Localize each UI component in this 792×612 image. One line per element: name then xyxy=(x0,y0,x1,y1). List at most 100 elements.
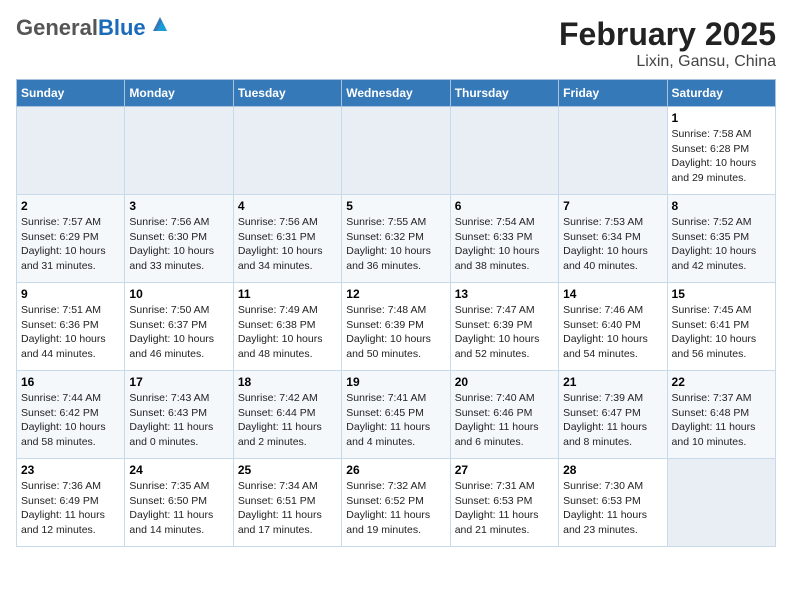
calendar-table: SundayMondayTuesdayWednesdayThursdayFrid… xyxy=(16,79,776,547)
calendar-cell: 9Sunrise: 7:51 AM Sunset: 6:36 PM Daylig… xyxy=(17,283,125,371)
day-info: Sunrise: 7:49 AM Sunset: 6:38 PM Dayligh… xyxy=(238,303,337,362)
calendar-cell: 24 Sunrise: 7:35 AM Sunset: 6:50 PM Dayli… xyxy=(125,459,233,547)
day-number: 11 xyxy=(238,287,337,301)
page-header: GeneralBlue February 2025 Lixin, Gansu, … xyxy=(16,16,776,71)
day-info: Sunrise: 7:32 AM Sunset: 6:52 PM Dayligh… xyxy=(346,479,445,538)
calendar-cell: 20 Sunrise: 7:40 AM Sunset: 6:46 PM Dayli… xyxy=(450,371,558,459)
day-number: 2 xyxy=(21,199,120,213)
day-info: Sunrise: 7:41 AM Sunset: 6:45 PM Dayligh… xyxy=(346,391,445,450)
day-number: 25 xyxy=(238,463,337,477)
calendar-cell xyxy=(233,107,341,195)
day-info: Sunrise: 7:44 AM Sunset: 6:42 PM Dayligh… xyxy=(21,391,120,450)
day-number: 1 xyxy=(672,111,771,125)
calendar-cell: 15 Sunrise: 7:45 AM Sunset: 6:41 PM Dayli… xyxy=(667,283,775,371)
day-number: 28 xyxy=(563,463,662,477)
logo-general: General xyxy=(16,15,98,40)
calendar-cell: 18 Sunrise: 7:42 AM Sunset: 6:44 PM Dayli… xyxy=(233,371,341,459)
calendar-cell xyxy=(667,459,775,547)
day-number: 27 xyxy=(455,463,554,477)
day-number: 18 xyxy=(238,375,337,389)
calendar-day-header: Thursday xyxy=(450,80,558,107)
calendar-cell: 16 Sunrise: 7:44 AM Sunset: 6:42 PM Dayli… xyxy=(17,371,125,459)
calendar-cell xyxy=(559,107,667,195)
calendar-header-row: SundayMondayTuesdayWednesdayThursdayFrid… xyxy=(17,80,776,107)
calendar-day-header: Wednesday xyxy=(342,80,450,107)
day-number: 15 xyxy=(672,287,771,301)
day-number: 23 xyxy=(21,463,120,477)
calendar-cell: 25 Sunrise: 7:34 AM Sunset: 6:51 PM Dayli… xyxy=(233,459,341,547)
day-number: 4 xyxy=(238,199,337,213)
day-info: Sunrise: 7:31 AM Sunset: 6:53 PM Dayligh… xyxy=(455,479,554,538)
day-number: 24 xyxy=(129,463,228,477)
day-info: Sunrise: 7:46 AM Sunset: 6:40 PM Dayligh… xyxy=(563,303,662,362)
day-info: Sunrise: 7:52 AM Sunset: 6:35 PM Dayligh… xyxy=(672,215,771,274)
day-info: Sunrise: 7:36 AM Sunset: 6:49 PM Dayligh… xyxy=(21,479,120,538)
day-number: 8 xyxy=(672,199,771,213)
calendar-cell: 26 Sunrise: 7:32 AM Sunset: 6:52 PM Dayli… xyxy=(342,459,450,547)
calendar-cell: 28 Sunrise: 7:30 AM Sunset: 6:53 PM Dayli… xyxy=(559,459,667,547)
day-number: 10 xyxy=(129,287,228,301)
day-info: Sunrise: 7:45 AM Sunset: 6:41 PM Dayligh… xyxy=(672,303,771,362)
day-number: 16 xyxy=(21,375,120,389)
calendar-week-row: 23 Sunrise: 7:36 AM Sunset: 6:49 PM Dayli… xyxy=(17,459,776,547)
day-info: Sunrise: 7:56 AM Sunset: 6:30 PM Dayligh… xyxy=(129,215,228,274)
day-info: Sunrise: 7:40 AM Sunset: 6:46 PM Dayligh… xyxy=(455,391,554,450)
day-info: Sunrise: 7:39 AM Sunset: 6:47 PM Dayligh… xyxy=(563,391,662,450)
calendar-week-row: 9Sunrise: 7:51 AM Sunset: 6:36 PM Daylig… xyxy=(17,283,776,371)
calendar-week-row: 2Sunrise: 7:57 AM Sunset: 6:29 PM Daylig… xyxy=(17,195,776,283)
calendar-cell: 17Sunrise: 7:43 AM Sunset: 6:43 PM Dayli… xyxy=(125,371,233,459)
day-number: 6 xyxy=(455,199,554,213)
calendar-cell: 19 Sunrise: 7:41 AM Sunset: 6:45 PM Dayli… xyxy=(342,371,450,459)
calendar-cell: 11 Sunrise: 7:49 AM Sunset: 6:38 PM Dayli… xyxy=(233,283,341,371)
day-info: Sunrise: 7:42 AM Sunset: 6:44 PM Dayligh… xyxy=(238,391,337,450)
day-number: 21 xyxy=(563,375,662,389)
day-info: Sunrise: 7:35 AM Sunset: 6:50 PM Dayligh… xyxy=(129,479,228,538)
calendar-cell: 1 Sunrise: 7:58 AM Sunset: 6:28 PM Daylig… xyxy=(667,107,775,195)
day-info: Sunrise: 7:54 AM Sunset: 6:33 PM Dayligh… xyxy=(455,215,554,274)
day-info: Sunrise: 7:55 AM Sunset: 6:32 PM Dayligh… xyxy=(346,215,445,274)
day-number: 20 xyxy=(455,375,554,389)
calendar-cell xyxy=(450,107,558,195)
day-info: Sunrise: 7:50 AM Sunset: 6:37 PM Dayligh… xyxy=(129,303,228,362)
calendar-cell xyxy=(125,107,233,195)
day-info: Sunrise: 7:58 AM Sunset: 6:28 PM Dayligh… xyxy=(672,127,771,186)
day-info: Sunrise: 7:56 AM Sunset: 6:31 PM Dayligh… xyxy=(238,215,337,274)
calendar-cell: 2Sunrise: 7:57 AM Sunset: 6:29 PM Daylig… xyxy=(17,195,125,283)
calendar-cell: 8 Sunrise: 7:52 AM Sunset: 6:35 PM Daylig… xyxy=(667,195,775,283)
calendar-cell xyxy=(342,107,450,195)
logo-icon xyxy=(149,13,171,35)
day-number: 7 xyxy=(563,199,662,213)
day-info: Sunrise: 7:47 AM Sunset: 6:39 PM Dayligh… xyxy=(455,303,554,362)
logo-blue: Blue xyxy=(98,15,146,40)
calendar-header: SundayMondayTuesdayWednesdayThursdayFrid… xyxy=(17,80,776,107)
day-info: Sunrise: 7:34 AM Sunset: 6:51 PM Dayligh… xyxy=(238,479,337,538)
calendar-cell: 27 Sunrise: 7:31 AM Sunset: 6:53 PM Dayli… xyxy=(450,459,558,547)
day-info: Sunrise: 7:53 AM Sunset: 6:34 PM Dayligh… xyxy=(563,215,662,274)
day-number: 22 xyxy=(672,375,771,389)
calendar-cell: 7 Sunrise: 7:53 AM Sunset: 6:34 PM Daylig… xyxy=(559,195,667,283)
calendar-cell: 23 Sunrise: 7:36 AM Sunset: 6:49 PM Dayli… xyxy=(17,459,125,547)
calendar-cell: 4 Sunrise: 7:56 AM Sunset: 6:31 PM Daylig… xyxy=(233,195,341,283)
day-number: 3 xyxy=(129,199,228,213)
calendar-cell: 12 Sunrise: 7:48 AM Sunset: 6:39 PM Dayli… xyxy=(342,283,450,371)
calendar-cell: 10 Sunrise: 7:50 AM Sunset: 6:37 PM Dayli… xyxy=(125,283,233,371)
calendar-cell: 13 Sunrise: 7:47 AM Sunset: 6:39 PM Dayli… xyxy=(450,283,558,371)
day-number: 17 xyxy=(129,375,228,389)
calendar-cell: 6 Sunrise: 7:54 AM Sunset: 6:33 PM Daylig… xyxy=(450,195,558,283)
day-number: 13 xyxy=(455,287,554,301)
day-number: 14 xyxy=(563,287,662,301)
day-info: Sunrise: 7:37 AM Sunset: 6:48 PM Dayligh… xyxy=(672,391,771,450)
day-number: 12 xyxy=(346,287,445,301)
day-info: Sunrise: 7:30 AM Sunset: 6:53 PM Dayligh… xyxy=(563,479,662,538)
calendar-cell: 5Sunrise: 7:55 AM Sunset: 6:32 PM Daylig… xyxy=(342,195,450,283)
calendar-day-header: Tuesday xyxy=(233,80,341,107)
calendar-cell: 3 Sunrise: 7:56 AM Sunset: 6:30 PM Daylig… xyxy=(125,195,233,283)
calendar-cell: 21 Sunrise: 7:39 AM Sunset: 6:47 PM Dayli… xyxy=(559,371,667,459)
calendar-day-header: Monday xyxy=(125,80,233,107)
day-number: 26 xyxy=(346,463,445,477)
title-block: February 2025 Lixin, Gansu, China xyxy=(559,16,776,71)
day-info: Sunrise: 7:48 AM Sunset: 6:39 PM Dayligh… xyxy=(346,303,445,362)
calendar-subtitle: Lixin, Gansu, China xyxy=(559,53,776,71)
day-number: 19 xyxy=(346,375,445,389)
calendar-day-header: Sunday xyxy=(17,80,125,107)
